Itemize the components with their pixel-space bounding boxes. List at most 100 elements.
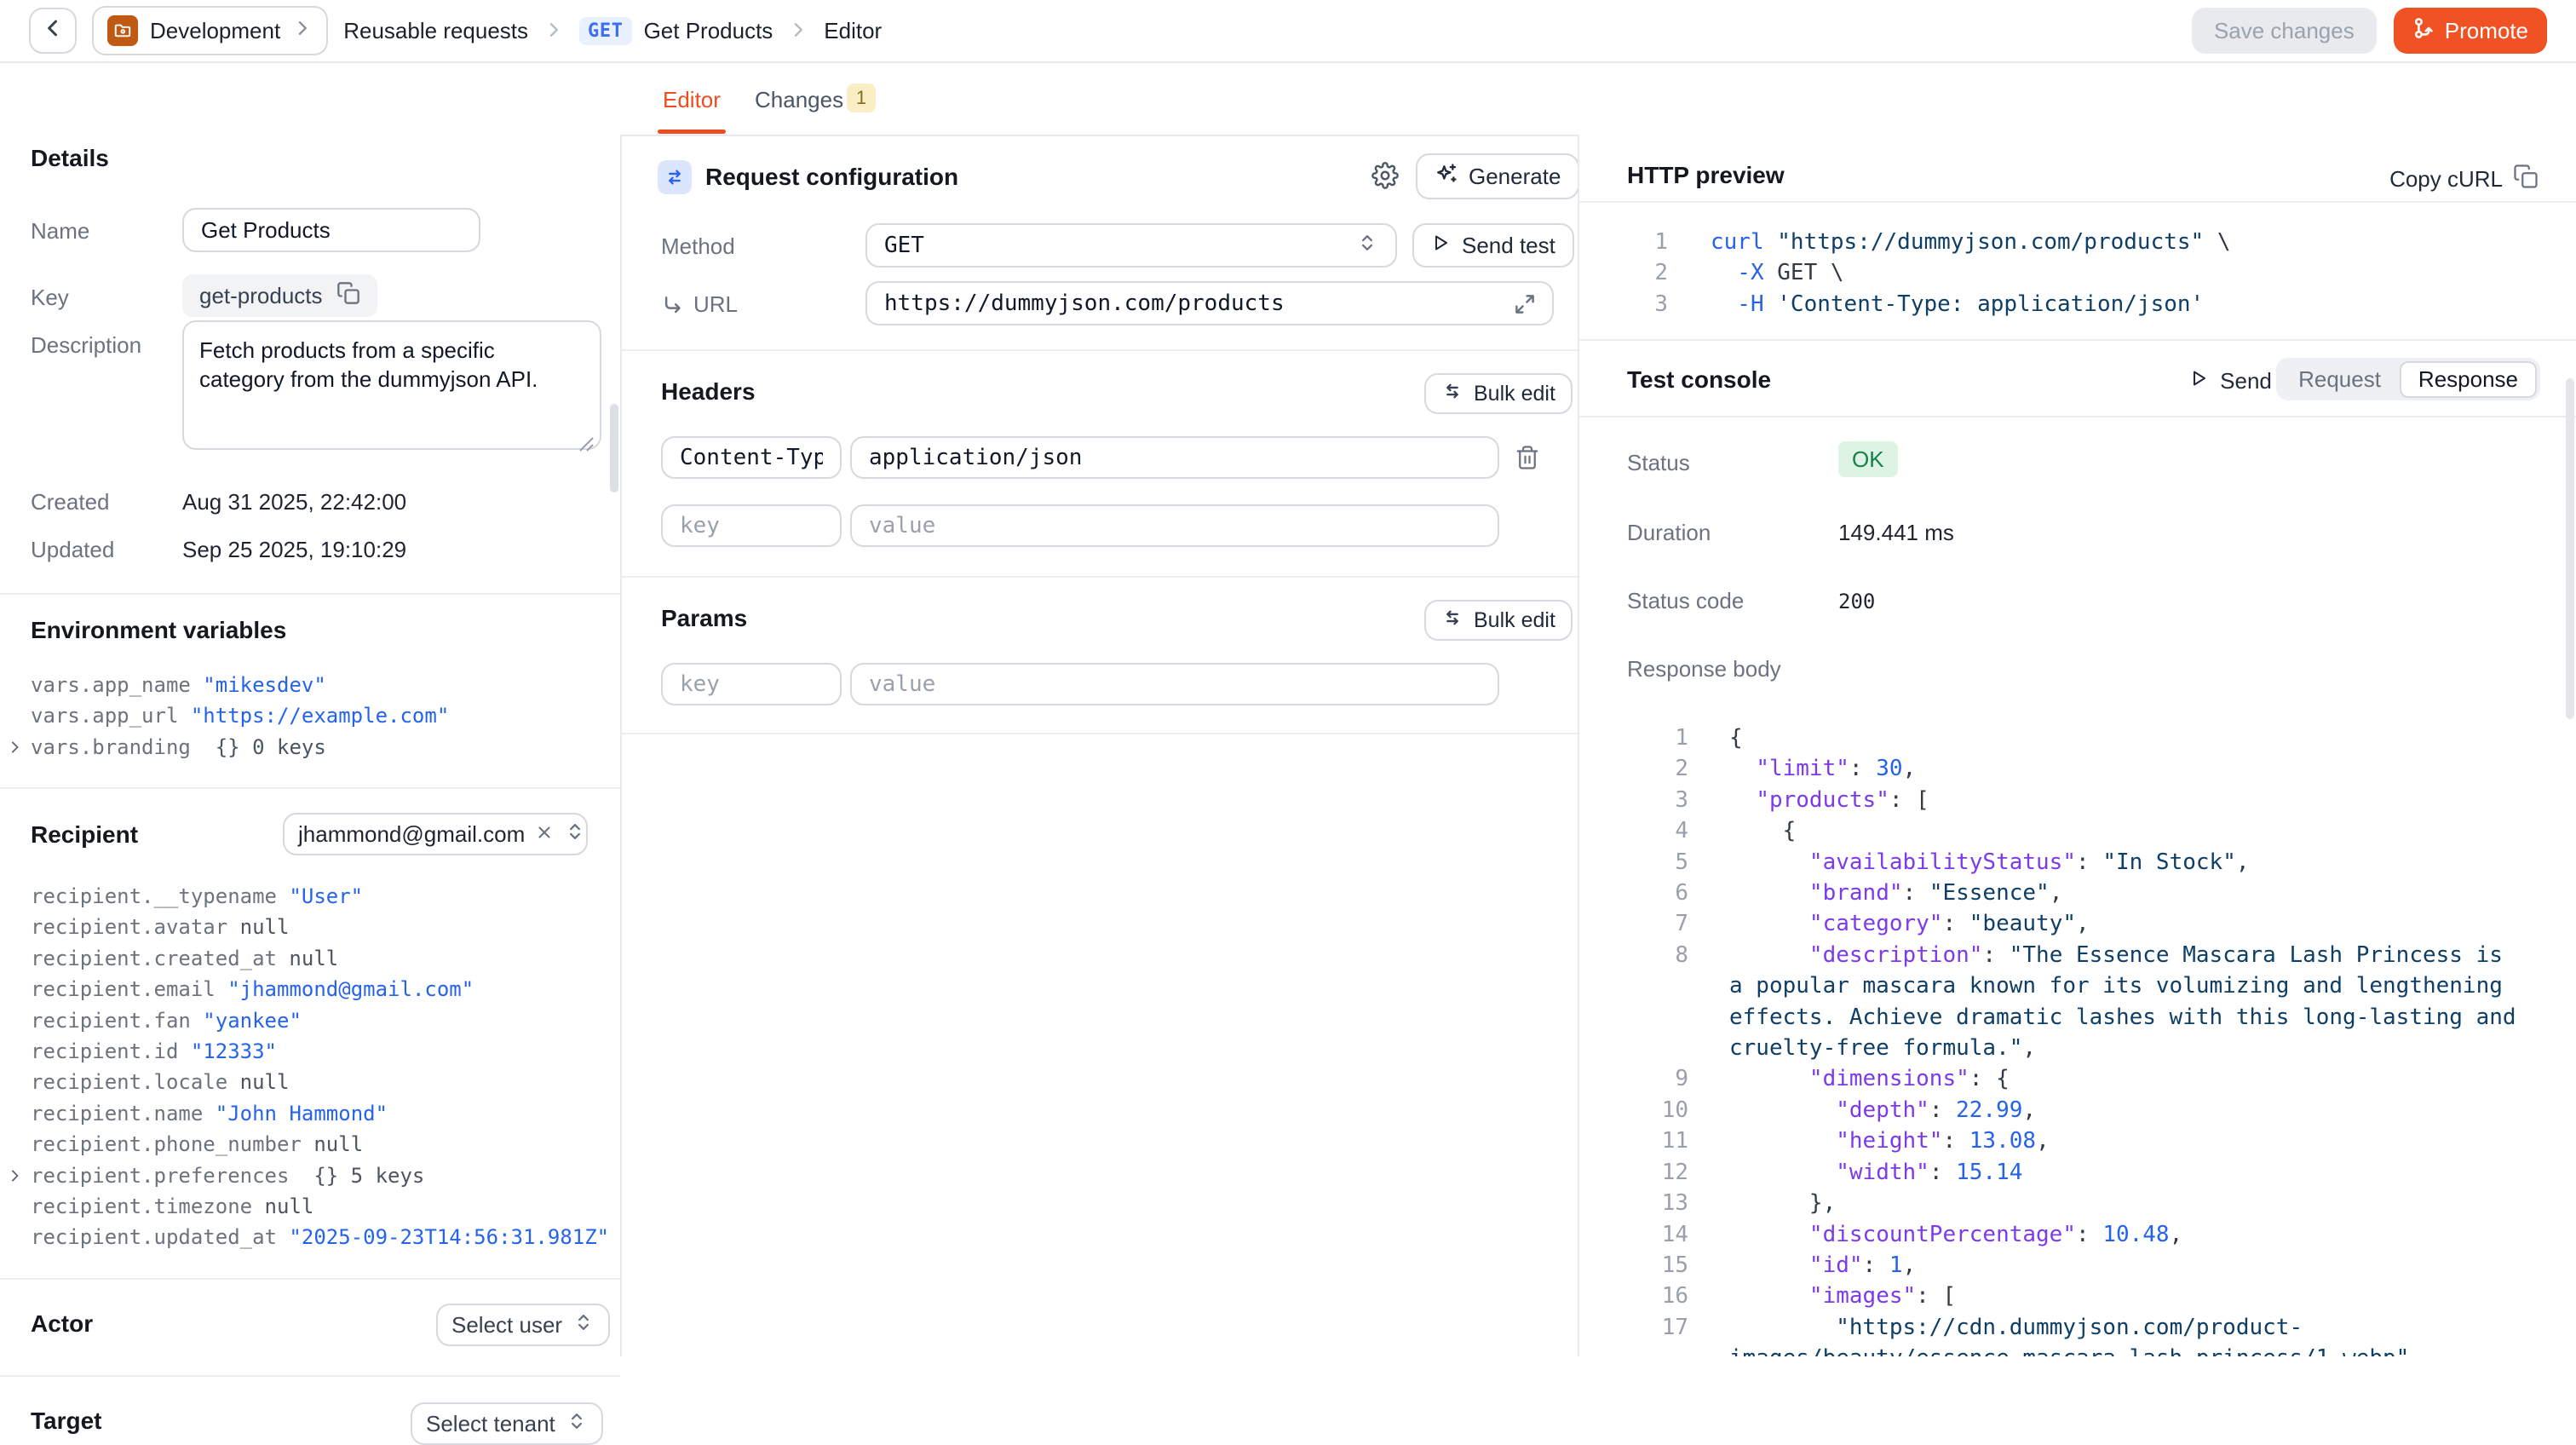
request-editor-panel: Request configuration Generate Method GE… (620, 135, 1578, 1356)
sparkles-icon (1435, 162, 1458, 192)
created-value: Aug 31 2025, 22:42:00 (182, 489, 406, 515)
bulk-edit-icon (1441, 607, 1463, 635)
created-label: Created (31, 489, 110, 515)
chevron-updown-icon (1356, 232, 1378, 260)
recipient-property-row: recipient.locale null (0, 1067, 620, 1097)
description-textarea[interactable]: Fetch products from a specific category … (182, 320, 601, 450)
status-code-value: 200 (1838, 590, 1875, 613)
copy-curl-button[interactable]: Copy cURL (2389, 164, 2539, 195)
resize-handle-icon[interactable] (578, 428, 595, 459)
toggle-request[interactable]: Request (2280, 366, 2400, 393)
method-label: Method (661, 233, 735, 260)
active-tab-underline (658, 130, 726, 134)
request-response-toggle: Request Response (2276, 358, 2540, 400)
response-code-line: 5 "availabilityStatus": "In Stock", (1613, 847, 2542, 878)
response-code-line: 8 "description": "The Essence Mascara La… (1613, 940, 2542, 1064)
expand-icon[interactable] (1513, 291, 1537, 323)
save-changes-button[interactable]: Save changes (2192, 8, 2377, 54)
response-code-line: 6 "brand": "Essence", (1613, 878, 2542, 908)
params-bulk-edit-button[interactable]: Bulk edit (1424, 600, 1573, 641)
env-var-row: vars.app_name "mikesdev" (0, 670, 620, 700)
response-code-line: 4 { (1613, 815, 2542, 846)
response-body-label: Response body (1627, 656, 1781, 682)
curl-preview-code[interactable]: 1curl "https://dummyjson.com/products" \… (1613, 227, 2550, 320)
header-key-input-empty[interactable] (661, 504, 842, 547)
swap-arrows-icon (658, 160, 692, 194)
params-title: Params (661, 605, 747, 632)
headers-bulk-edit-button[interactable]: Bulk edit (1424, 373, 1573, 414)
copy-icon[interactable] (336, 281, 360, 311)
editor-tabs: Editor Changes 1 (620, 63, 2576, 136)
header-key-input[interactable] (661, 436, 842, 479)
changes-count-badge: 1 (847, 83, 876, 112)
toggle-response[interactable]: Response (2400, 361, 2537, 398)
response-body-code[interactable]: 1{2 "limit": 30,3 "products": [4 {5 "ava… (1613, 722, 2542, 1356)
recipient-property-row: recipient.email "jhammond@gmail.com" (0, 974, 620, 1005)
actor-select[interactable]: Select user (436, 1304, 610, 1346)
recipient-property-row: recipient.updated_at "2025-09-23T14:56:3… (0, 1222, 620, 1252)
url-input[interactable] (865, 281, 1554, 325)
chevron-right-icon (788, 15, 808, 47)
recipient-property-row[interactable]: recipient.preferences {} 5 keys (0, 1160, 620, 1191)
response-code-line: 15 "id": 1, (1613, 1250, 2542, 1281)
http-preview-title: HTTP preview (1627, 162, 1785, 189)
response-code-line: 12 "width": 15.14 (1613, 1157, 2542, 1188)
send-test-button[interactable]: Send test (1412, 223, 1574, 268)
recipient-property-row: recipient.__typename "User" (0, 881, 620, 912)
tab-editor[interactable]: Editor (663, 87, 721, 113)
method-select[interactable]: GET (865, 223, 1397, 268)
promote-branch-icon (2412, 16, 2435, 46)
details-sidebar: Details Name Key get-products Descriptio… (0, 63, 622, 1356)
recipient-property-row: recipient.created_at null (0, 943, 620, 974)
breadcrumb-section[interactable]: Reusable requests (343, 18, 528, 44)
chevron-updown-icon (566, 1410, 588, 1438)
name-label: Name (31, 218, 89, 245)
response-code-line: 13 }, (1613, 1188, 2542, 1218)
param-value-input[interactable] (850, 663, 1499, 705)
breadcrumb-request[interactable]: Get Products (644, 18, 773, 44)
chevron-right-icon (292, 18, 313, 44)
env-var-row[interactable]: vars.branding {} 0 keys (0, 732, 620, 763)
page-scrollbar[interactable] (2566, 378, 2574, 719)
sidebar-scrollbar[interactable] (610, 404, 618, 492)
chevron-right-icon (543, 15, 564, 47)
environment-switcher[interactable]: Development (92, 6, 328, 55)
response-code-line: 17 "https://cdn.dummyjson.com/product-im… (1613, 1312, 2542, 1356)
recipient-property-row: recipient.name "John Hammond" (0, 1098, 620, 1129)
folder-icon (107, 15, 138, 46)
key-label: Key (31, 285, 69, 311)
target-title: Target (31, 1408, 102, 1435)
recipient-browser[interactable]: recipient.__typename "User"recipient.ava… (0, 881, 620, 1253)
gear-icon[interactable] (1371, 162, 1399, 196)
response-code-line: 14 "discountPercentage": 10.48, (1613, 1219, 2542, 1250)
preview-panel: HTTP preview Copy cURL 1curl "https://du… (1578, 135, 2576, 1356)
promote-button[interactable]: Promote (2394, 8, 2547, 54)
curl-code-line: 3 -H 'Content-Type: application/json' (1613, 289, 2550, 320)
recipient-select-value: jhammond@gmail.com (298, 821, 525, 848)
generate-button[interactable]: Generate (1416, 153, 1579, 199)
environment-name: Development (150, 18, 280, 44)
play-icon (1431, 233, 1452, 259)
tab-changes[interactable]: Changes (755, 87, 843, 113)
headers-title: Headers (661, 378, 756, 406)
response-code-line: 2 "limit": 30, (1613, 753, 2542, 784)
recipient-property-row: recipient.fan "yankee" (0, 1005, 620, 1036)
trash-icon[interactable] (1515, 445, 1540, 477)
param-key-input[interactable] (661, 663, 842, 705)
recipient-select[interactable]: jhammond@gmail.com (283, 813, 588, 855)
breadcrumb-page: Editor (824, 18, 882, 44)
env-vars-browser[interactable]: vars.app_name "mikesdev"vars.app_url "ht… (0, 670, 620, 763)
key-pill: get-products (182, 274, 377, 317)
clear-icon[interactable] (535, 821, 554, 848)
description-label: Description (31, 332, 141, 359)
name-input[interactable] (182, 208, 480, 252)
response-code-line: 1{ (1613, 722, 2542, 753)
header-value-input-empty[interactable] (850, 504, 1499, 547)
header-value-input[interactable] (850, 436, 1499, 479)
corner-down-right-icon (661, 293, 685, 325)
env-var-row: vars.app_url "https://example.com" (0, 700, 620, 731)
actor-title: Actor (31, 1310, 93, 1338)
back-button[interactable] (29, 8, 77, 54)
updated-label: Updated (31, 537, 114, 563)
target-select[interactable]: Select tenant (411, 1402, 603, 1445)
